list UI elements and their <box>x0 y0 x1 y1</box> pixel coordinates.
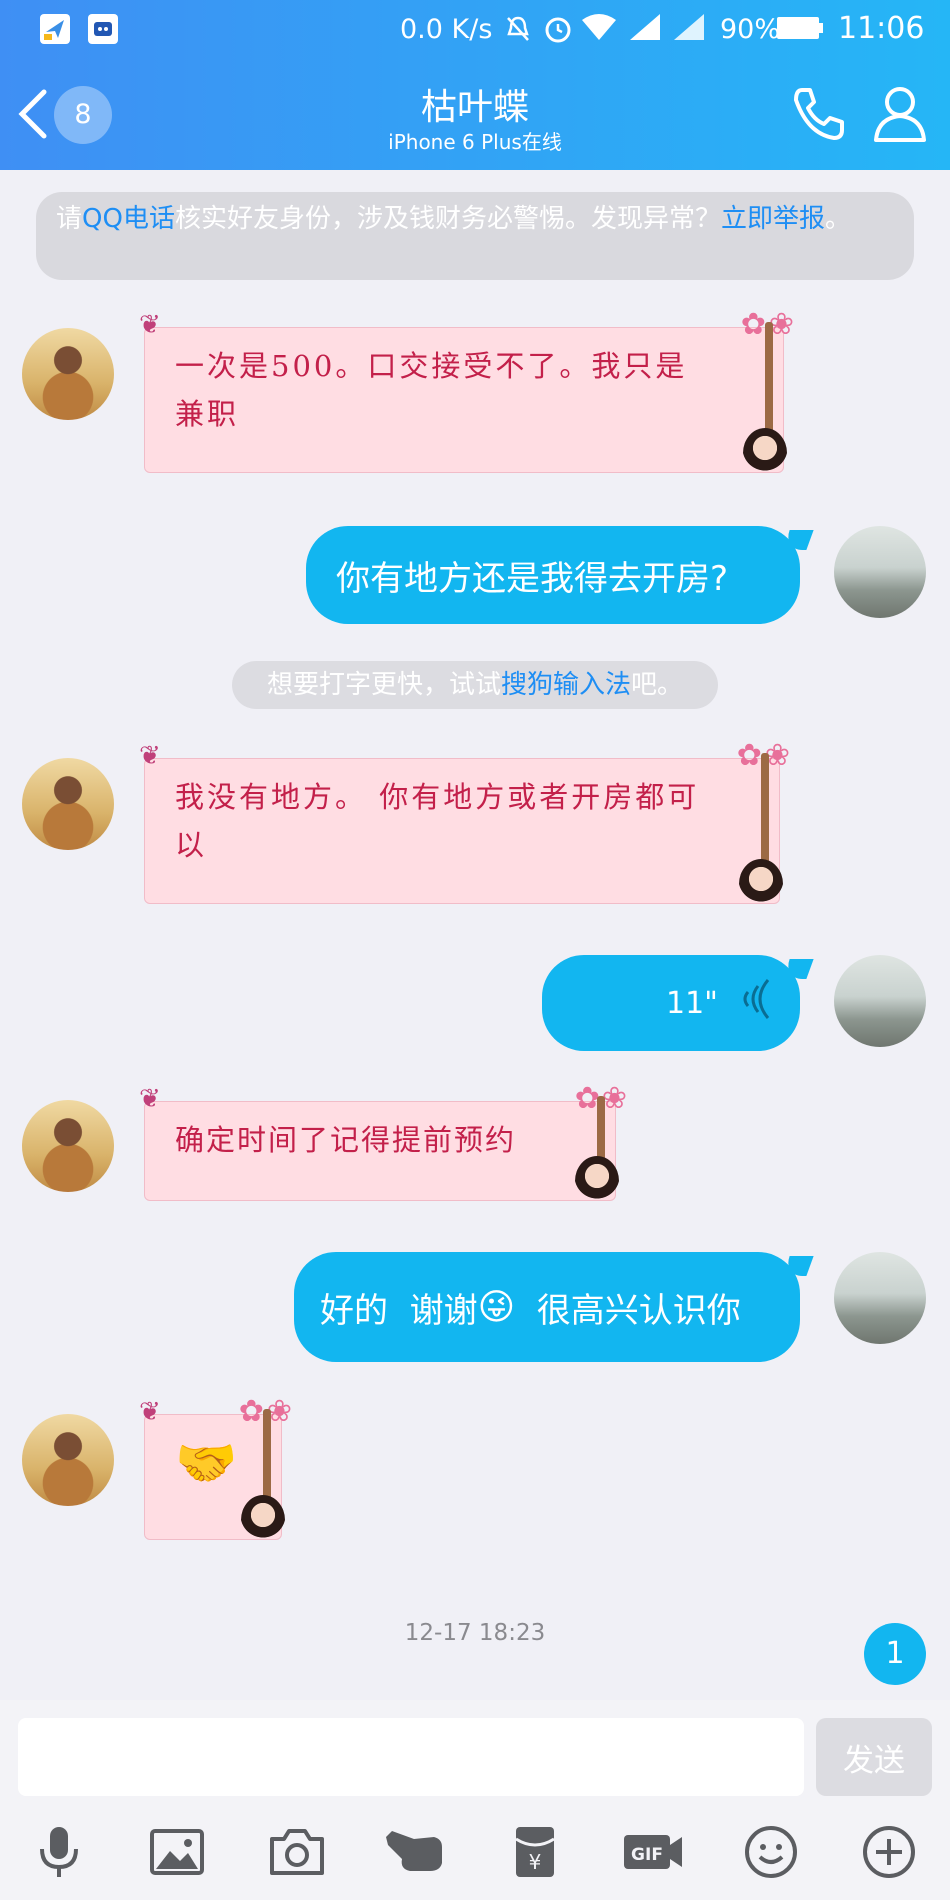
theme-portrait-icon <box>743 428 787 478</box>
message-text: 一次是500。口交接受不了。我只是兼职 <box>175 349 688 431</box>
signal-icon <box>672 12 706 46</box>
theme-portrait-icon <box>575 1156 619 1206</box>
new-message-badge[interactable]: 1 <box>864 1623 926 1685</box>
emoji-icon[interactable] <box>742 1823 800 1881</box>
message-text: 好的 谢谢 <box>320 1290 478 1331</box>
butterfly-icon: ❦ <box>139 741 164 771</box>
camera-icon[interactable] <box>268 1823 326 1881</box>
svg-text:GIF: GIF <box>631 1845 663 1865</box>
message-bubble-received[interactable]: ❦ ✿❀ 🤝 <box>139 1397 292 1545</box>
notice-text: 。 <box>824 204 851 234</box>
bubble-tail <box>782 959 814 979</box>
my-avatar[interactable] <box>834 1252 926 1344</box>
message-text: 你有地方还是我得去开房? <box>336 558 729 599</box>
profile-icon[interactable] <box>872 84 928 148</box>
my-avatar[interactable] <box>834 526 926 618</box>
message-text: 我没有地方。 你有地方或者开房都可以 <box>175 780 700 862</box>
tip-text: 想要打字更快，试试 <box>266 670 501 700</box>
message-bubble-sent[interactable]: 你有地方还是我得去开房? <box>306 526 814 624</box>
notice-text: 请 <box>56 204 83 234</box>
gif-icon[interactable]: GIF <box>620 1823 686 1881</box>
hand-icon[interactable] <box>384 1823 456 1881</box>
bubble-tail <box>782 530 814 550</box>
message-text: 很高兴认识你 <box>515 1290 741 1331</box>
winking-tongue-emoji-icon: 😜 <box>477 1286 516 1328</box>
tip-text: 吧。 <box>631 670 684 700</box>
mute-icon <box>504 14 532 48</box>
send-button[interactable]: 发送 <box>816 1718 932 1796</box>
butterfly-icon: ❦ <box>139 1084 163 1114</box>
battery-percent: 90% <box>720 14 781 45</box>
contact-avatar[interactable] <box>22 1100 114 1192</box>
voice-message-bubble[interactable]: 11" <box>542 955 814 1051</box>
input-method-tip: 想要打字更快，试试搜狗输入法吧。 <box>232 661 718 709</box>
signal-icon <box>628 12 662 46</box>
security-notice: 请QQ电话核实好友身份，涉及钱财务必警惕。发现异常？立即举报。 <box>36 192 914 280</box>
handshake-emoji-icon: 🤝 <box>175 1434 241 1492</box>
app-notification-icon <box>40 14 70 44</box>
bubble-tail <box>782 1256 814 1276</box>
theme-portrait-icon <box>241 1495 285 1545</box>
butterfly-icon: ❦ <box>139 1397 164 1427</box>
message-bubble-received[interactable]: ❦ ✿❀ 我没有地方。 你有地方或者开房都可以 <box>139 741 790 909</box>
app-notification-icon <box>88 14 118 44</box>
message-bubble-received[interactable]: ❦ ✿❀ 确定时间了记得提前预约 <box>139 1084 627 1206</box>
alarm-icon <box>542 12 574 48</box>
timestamp: 12-17 18:23 <box>404 1620 546 1646</box>
plus-icon[interactable] <box>860 1823 918 1881</box>
red-packet-icon[interactable]: ¥ <box>506 1823 564 1881</box>
notice-text: 核实好友身份，涉及钱财务必警惕。发现异常？ <box>174 204 721 234</box>
message-input[interactable] <box>18 1718 804 1796</box>
wifi-icon <box>580 12 618 46</box>
qq-call-link[interactable]: QQ电话 <box>82 204 175 234</box>
clock: 11:06 <box>838 11 925 46</box>
microphone-icon[interactable] <box>30 1823 88 1881</box>
message-bubble-received[interactable]: ❦ ✿❀ 一次是500。口交接受不了。我只是兼职 <box>139 310 794 478</box>
battery-icon <box>776 14 824 46</box>
image-icon[interactable] <box>148 1823 206 1881</box>
network-speed: 0.0 K/s <box>400 14 493 45</box>
butterfly-icon: ❦ <box>139 310 164 340</box>
phone-icon[interactable] <box>788 84 848 148</box>
contact-avatar[interactable] <box>22 1414 114 1506</box>
voice-duration: 11" <box>666 985 718 1021</box>
message-text: 确定时间了记得提前预约 <box>175 1123 517 1157</box>
svg-text:¥: ¥ <box>529 1850 542 1874</box>
sogou-link[interactable]: 搜狗输入法 <box>501 670 631 700</box>
contact-avatar[interactable] <box>22 328 114 420</box>
contact-avatar[interactable] <box>22 758 114 850</box>
theme-portrait-icon <box>739 859 783 909</box>
my-avatar[interactable] <box>834 955 926 1047</box>
message-bubble-sent[interactable]: 好的 谢谢 😜 很高兴认识你 <box>294 1252 814 1362</box>
top-bar: 0.0 K/s 90% 11:06 8 枯叶蝶 iPhone 6 Plus在线 <box>0 0 950 170</box>
voice-wave-icon <box>736 974 776 1033</box>
report-link[interactable]: 立即举报 <box>721 204 825 234</box>
